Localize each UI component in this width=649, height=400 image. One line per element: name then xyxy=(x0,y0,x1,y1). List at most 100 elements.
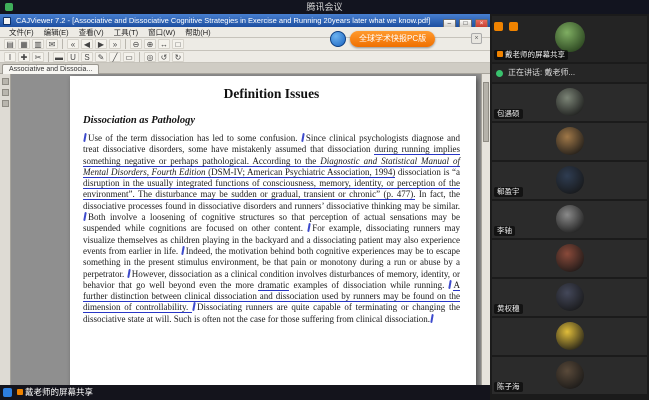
menu-item[interactable]: 工具(T) xyxy=(109,27,144,38)
text-segment: Use of the term dissociation has led to … xyxy=(88,133,301,143)
vertical-scrollbar[interactable] xyxy=(481,74,490,385)
menu-item[interactable]: 文件(F) xyxy=(4,27,39,38)
toolbar-annotate: I✚✂ ▬US✎╱▭ ◎↺↻ xyxy=(0,51,490,63)
highlight-icon[interactable]: ▬ xyxy=(53,52,65,62)
meeting-app-icon[interactable] xyxy=(3,388,12,397)
strikeout-icon[interactable]: S xyxy=(81,52,93,62)
line-icon[interactable]: ╱ xyxy=(109,52,121,62)
participant-name: 陈子海 xyxy=(494,382,523,392)
avatar xyxy=(556,244,584,272)
avatar xyxy=(556,127,584,155)
document-area: Definition Issues Dissociation as Pathol… xyxy=(0,74,490,385)
document-tab-label: Associative and Dissocia... xyxy=(9,66,92,73)
avatar xyxy=(556,361,584,389)
scrollbar-thumb[interactable] xyxy=(483,82,489,142)
text-segment: dissociation is “a xyxy=(395,167,460,177)
prev-page-icon[interactable]: ◀ xyxy=(81,39,93,49)
toolbar-separator xyxy=(125,39,126,49)
share-indicator-label: 戴老师的屏幕共享 xyxy=(25,387,93,397)
avatar xyxy=(556,88,584,116)
annotation-mark xyxy=(430,314,434,323)
share-badge-icon xyxy=(509,22,518,31)
menu-item[interactable]: 窗口(W) xyxy=(143,27,180,38)
menu-item[interactable]: 编辑(E) xyxy=(39,27,74,38)
hand-tool-icon[interactable]: ✚ xyxy=(18,52,30,62)
participants-sidebar: 戴老师的屏幕共享 正在讲话: 戴老师... 包遇硕郗盈宇李轴黄权穗陈子海 xyxy=(490,14,649,400)
annotation-mark xyxy=(83,212,87,221)
text-segment: examples of dissociation while running. xyxy=(289,280,448,290)
app-title: 腾讯会议 xyxy=(306,2,342,12)
rectangle-icon[interactable]: ▭ xyxy=(123,52,135,62)
ad-popup[interactable]: 全球学术快报PC版 × xyxy=(330,29,482,50)
close-button[interactable]: × xyxy=(475,19,488,28)
subsection-heading: Dissociation as Pathology xyxy=(83,115,460,126)
participant-tile[interactable]: 包遇硕 xyxy=(492,84,647,121)
maximize-button[interactable]: □ xyxy=(459,19,472,28)
tencent-meeting-window: 腾讯会议 CAJViewer 7.2 - [Associative and Di… xyxy=(0,0,649,400)
zoom-in-icon[interactable]: ⊕ xyxy=(144,39,156,49)
participant-name: 郗盈宇 xyxy=(494,187,523,197)
text-segment: The disturbance may be sudden or gradual… xyxy=(135,189,416,200)
share-icon xyxy=(17,389,23,395)
avatar xyxy=(555,22,585,52)
text-segment: According to the xyxy=(252,156,320,167)
pdf-page: Definition Issues Dissociation as Pathol… xyxy=(70,76,476,385)
search-icon[interactable]: ◎ xyxy=(144,52,156,62)
tile-badges xyxy=(494,18,520,36)
open-icon[interactable]: ▤ xyxy=(4,39,16,49)
speaking-label: 正在讲话: 戴老师... xyxy=(508,68,575,77)
share-indicator[interactable]: 戴老师的屏幕共享 xyxy=(17,387,93,398)
share-icon xyxy=(497,51,503,57)
avatar xyxy=(556,205,584,233)
share-tile-label-text: 戴老师的屏幕共享 xyxy=(505,50,565,59)
note-icon[interactable]: ✎ xyxy=(95,52,107,62)
cnki-express-logo-icon xyxy=(330,31,346,47)
participant-tile[interactable]: 黄权穗 xyxy=(492,279,647,316)
avatar xyxy=(556,283,584,311)
minimize-button[interactable]: – xyxy=(443,19,456,28)
annotation-mark xyxy=(83,133,87,142)
zoom-out-icon[interactable]: ⊖ xyxy=(130,39,142,49)
text-select-icon[interactable]: I xyxy=(4,52,16,62)
email-icon[interactable]: ✉ xyxy=(46,39,58,49)
participant-tile[interactable] xyxy=(492,318,647,355)
participant-tile[interactable]: 李轴 xyxy=(492,201,647,238)
last-page-icon[interactable]: » xyxy=(109,39,121,49)
save-icon[interactable]: ▦ xyxy=(18,39,30,49)
ad-close-icon[interactable]: × xyxy=(471,33,482,44)
menu-item[interactable]: 帮助(H) xyxy=(180,27,215,38)
underline-icon[interactable]: U xyxy=(67,52,79,62)
participant-tile[interactable]: 陈子海 xyxy=(492,357,647,394)
full-screen-icon[interactable]: □ xyxy=(172,39,184,49)
participant-tile[interactable] xyxy=(492,123,647,160)
first-page-icon[interactable]: « xyxy=(67,39,79,49)
snapshot-icon[interactable]: ✂ xyxy=(32,52,44,62)
participant-name: 黄权穗 xyxy=(494,304,523,314)
rotate-left-icon[interactable]: ↺ xyxy=(158,52,170,62)
ad-button[interactable]: 全球学术快报PC版 xyxy=(350,31,435,47)
screen-share-tile[interactable]: 戴老师的屏幕共享 xyxy=(492,16,647,62)
next-page-icon[interactable]: ▶ xyxy=(95,39,107,49)
viewer-titlebar: CAJViewer 7.2 - [Associative and Dissoci… xyxy=(0,14,490,27)
annotation-mark xyxy=(307,223,311,232)
host-badge-icon xyxy=(494,22,503,31)
text-segment: dramatic xyxy=(258,280,289,291)
avatar xyxy=(556,322,584,350)
annotation-mark xyxy=(301,133,305,142)
side-panel-strip[interactable] xyxy=(0,74,11,385)
paragraph: Use of the term dissociation has led to … xyxy=(83,133,460,325)
rotate-right-icon[interactable]: ↻ xyxy=(172,52,184,62)
text-segment: (DSM-IV; American Psychiatric Associatio… xyxy=(206,167,396,178)
print-icon[interactable]: ▥ xyxy=(32,39,44,49)
participant-tile[interactable]: 郗盈宇 xyxy=(492,162,647,199)
toolbar-separator xyxy=(62,39,63,49)
fit-width-icon[interactable]: ↔ xyxy=(158,39,170,49)
toolbar-separator xyxy=(139,52,140,62)
document-tab[interactable]: Associative and Dissocia... xyxy=(2,64,99,74)
participant-list: 包遇硕郗盈宇李轴黄权穗陈子海 xyxy=(492,84,647,394)
speaking-banner: 正在讲话: 戴老师... xyxy=(492,64,647,82)
participant-tile[interactable] xyxy=(492,240,647,277)
menu-item[interactable]: 查看(V) xyxy=(74,27,109,38)
section-title: Definition Issues xyxy=(83,86,460,102)
speaker-icon xyxy=(496,70,503,77)
